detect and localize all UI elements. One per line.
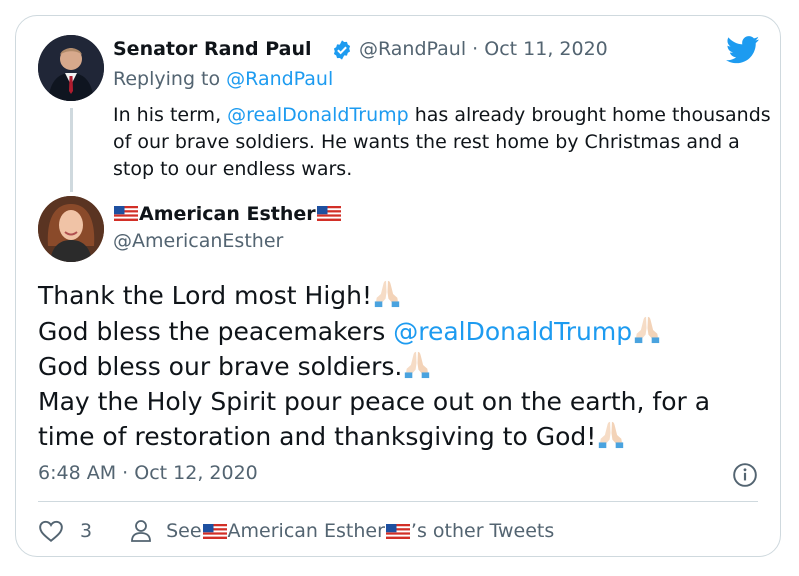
replying-to: Replying to @RandPaul (113, 68, 333, 90)
heart-icon[interactable] (38, 519, 64, 543)
tweet-actions: 3 See American Esther ’s other Tweets (38, 519, 554, 543)
praying-hands-emoji (596, 419, 626, 449)
replying-handle-link[interactable]: @RandPaul (226, 68, 333, 90)
separator: · (472, 38, 479, 60)
us-flag-emoji (203, 524, 227, 539)
mention-link[interactable]: @realDonaldTrump (227, 104, 409, 126)
tweet-line: God bless our brave soldiers. (38, 349, 768, 385)
replying-prefix: Replying to (113, 68, 227, 90)
see-author-name: American Esther (227, 520, 385, 542)
tweet-line: May the Holy Spirit pour peace out on th… (38, 385, 768, 455)
tweet-line: God bless the peacemakers @realDonaldTru… (38, 314, 768, 350)
tweet-timestamp[interactable]: 6:48 AM · Oct 12, 2020 (38, 462, 258, 484)
tweet-card: Senator Rand Paul @RandPaul · Oct 11, 20… (15, 15, 781, 557)
mention-link[interactable]: @realDonaldTrump (393, 317, 632, 346)
see-other-tweets-link[interactable]: See American Esther ’s other Tweets (130, 519, 554, 543)
author-name[interactable]: Senator Rand Paul (113, 38, 312, 60)
praying-hands-emoji (402, 349, 432, 379)
tweet-text-part: In his term, (113, 104, 228, 126)
reply-tweet-text: In his term, @realDonaldTrump has alread… (113, 102, 773, 183)
us-flag-emoji (386, 524, 410, 539)
praying-hands-emoji (632, 314, 662, 344)
tweet-text-part: God bless our brave soldiers. (38, 352, 403, 381)
person-icon (131, 520, 151, 542)
praying-hands-emoji (372, 278, 402, 308)
tweet-time[interactable]: 6:48 AM (38, 462, 116, 484)
separator: · (122, 462, 129, 484)
verified-badge-icon (333, 40, 351, 60)
like-count[interactable]: 3 (80, 520, 92, 542)
tweet-text-part: Thank the Lord most High! (38, 281, 373, 310)
see-prefix: See (166, 520, 202, 542)
avatar[interactable] (38, 35, 104, 101)
us-flag-emoji (317, 206, 341, 221)
divider (38, 501, 758, 502)
author-name-row[interactable]: American Esther (113, 203, 342, 225)
author-handle[interactable]: @AmericanEsther (113, 230, 283, 252)
main-tweet-text: Thank the Lord most High! God bless the … (38, 278, 768, 455)
tweet-text-part: God bless the peacemakers (38, 316, 394, 346)
tweet-date[interactable]: Oct 12, 2020 (134, 462, 258, 484)
thread-line (70, 108, 73, 192)
twitter-bird-icon[interactable] (726, 36, 760, 64)
author-name[interactable]: American Esther (139, 203, 316, 225)
see-suffix: ’s other Tweets (410, 520, 555, 542)
tweet-date[interactable]: Oct 11, 2020 (484, 38, 608, 60)
author-handle[interactable]: @RandPaul (359, 38, 466, 60)
avatar[interactable] (38, 196, 104, 262)
author-handle-date: @RandPaul · Oct 11, 2020 (359, 38, 608, 60)
tweet-line: Thank the Lord most High! (38, 278, 768, 314)
info-icon[interactable] (732, 462, 758, 488)
us-flag-emoji (114, 206, 138, 221)
